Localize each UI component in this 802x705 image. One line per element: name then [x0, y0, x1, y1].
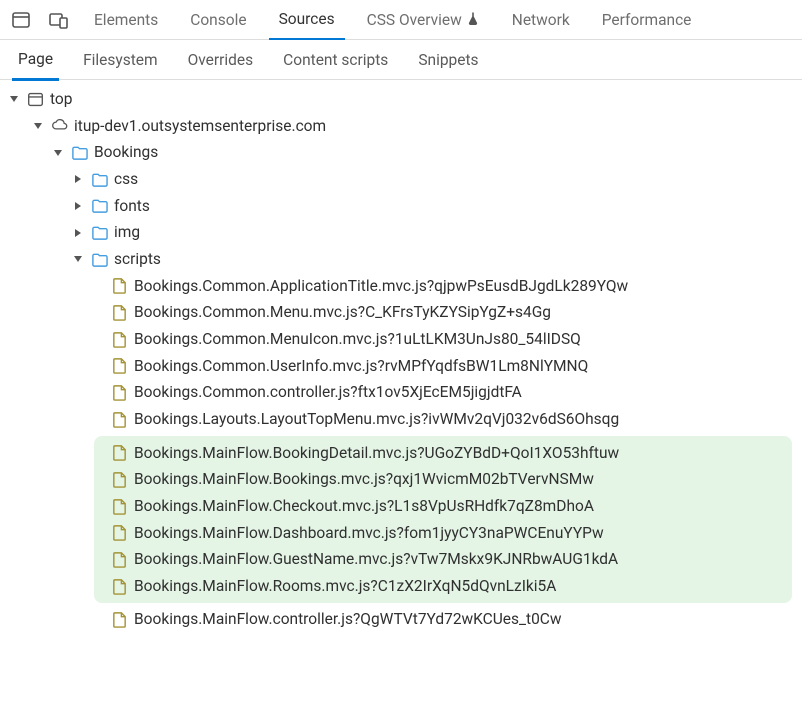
- tree-node-folder-css[interactable]: css: [8, 166, 802, 193]
- tree-label: fonts: [114, 193, 150, 220]
- file-icon: [110, 410, 128, 428]
- main-tabbar: Elements Console Sources CSS Overview Ne…: [0, 0, 802, 40]
- tab-sources[interactable]: Sources: [269, 0, 345, 40]
- tab-network[interactable]: Network: [502, 1, 580, 39]
- tree-label: Bookings.MainFlow.Checkout.mvc.js?L1s8Vp…: [134, 493, 594, 520]
- subtab-content-scripts[interactable]: Content scripts: [277, 41, 394, 79]
- tree-node-folder-img[interactable]: img: [8, 219, 802, 246]
- folder-icon: [90, 197, 108, 215]
- file-icon: [110, 497, 128, 515]
- tree-label: Bookings.MainFlow.Bookings.mvc.js?qxj1Wv…: [134, 466, 594, 493]
- file-icon: [110, 577, 128, 595]
- tree-file[interactable]: Bookings.MainFlow.Dashboard.mvc.js?fom1j…: [94, 520, 792, 547]
- file-icon: [110, 277, 128, 295]
- tree-label: Bookings.MainFlow.controller.js?QgWTVt7Y…: [134, 606, 562, 633]
- tree-node-domain[interactable]: itup-dev1.outsystemsenterprise.com: [8, 113, 802, 140]
- tree-label: img: [114, 219, 140, 246]
- tree-file[interactable]: Bookings.Layouts.LayoutTopMenu.mvc.js?iv…: [8, 406, 802, 433]
- tree-file[interactable]: Bookings.Common.UserInfo.mvc.js?rvMPfYqd…: [8, 353, 802, 380]
- sources-sidebar-tabs: Page Filesystem Overrides Content script…: [0, 40, 802, 80]
- chevron-down-icon: [72, 253, 84, 265]
- tree-label: Bookings.Common.ApplicationTitle.mvc.js?…: [134, 273, 628, 300]
- tree-file[interactable]: Bookings.Common.MenuIcon.mvc.js?1uLtLKM3…: [8, 326, 802, 353]
- tree-label: Bookings.MainFlow.BookingDetail.mvc.js?U…: [134, 440, 619, 467]
- file-icon: [110, 330, 128, 348]
- flask-icon: [466, 11, 480, 29]
- chevron-down-icon: [32, 120, 44, 132]
- tree-label: top: [50, 86, 72, 113]
- tree-file[interactable]: Bookings.MainFlow.Rooms.mvc.js?C1zX2IrXq…: [94, 573, 792, 600]
- tree-label: itup-dev1.outsystemsenterprise.com: [74, 113, 326, 140]
- cloud-icon: [50, 117, 68, 135]
- folder-icon: [90, 224, 108, 242]
- tree-label: Bookings: [94, 139, 158, 166]
- tree-label: Bookings.MainFlow.Rooms.mvc.js?C1zX2IrXq…: [134, 573, 556, 600]
- tab-console[interactable]: Console: [180, 1, 256, 39]
- tree-file[interactable]: Bookings.MainFlow.Checkout.mvc.js?L1s8Vp…: [94, 493, 792, 520]
- file-icon: [110, 550, 128, 568]
- tree-file[interactable]: Bookings.Common.controller.js?ftx1ov5XjE…: [8, 379, 802, 406]
- tab-label: CSS Overview: [367, 11, 462, 29]
- tree-label: Bookings.MainFlow.Dashboard.mvc.js?fom1j…: [134, 520, 604, 547]
- tree-node-folder-fonts[interactable]: fonts: [8, 193, 802, 220]
- subtab-filesystem[interactable]: Filesystem: [77, 41, 164, 79]
- window-icon: [26, 90, 44, 108]
- subtab-snippets[interactable]: Snippets: [412, 41, 484, 79]
- tree-file[interactable]: Bookings.MainFlow.Bookings.mvc.js?qxj1Wv…: [94, 466, 792, 493]
- tree-file[interactable]: Bookings.MainFlow.GuestName.mvc.js?vTw7M…: [94, 546, 792, 573]
- tree-label: Bookings.MainFlow.GuestName.mvc.js?vTw7M…: [134, 546, 618, 573]
- tab-performance[interactable]: Performance: [592, 1, 702, 39]
- tab-elements[interactable]: Elements: [84, 1, 168, 39]
- tree-label: scripts: [114, 246, 161, 273]
- tree-file[interactable]: Bookings.Common.Menu.mvc.js?C_KFrsTyKZYS…: [8, 299, 802, 326]
- file-icon: [110, 444, 128, 462]
- file-icon: [110, 357, 128, 375]
- chevron-right-icon: [72, 173, 84, 185]
- chevron-down-icon: [52, 147, 64, 159]
- tab-css-overview[interactable]: CSS Overview: [357, 1, 490, 39]
- page-file-tree: top itup-dev1.outsystemsenterprise.com B…: [0, 80, 802, 633]
- file-icon: [110, 524, 128, 542]
- file-icon: [110, 471, 128, 489]
- file-icon: [110, 384, 128, 402]
- inspect-icon[interactable]: [8, 7, 34, 33]
- folder-icon: [90, 250, 108, 268]
- chevron-right-icon: [72, 200, 84, 212]
- tree-label: Bookings.Common.controller.js?ftx1ov5XjE…: [134, 379, 522, 406]
- tree-label: Bookings.Common.MenuIcon.mvc.js?1uLtLKM3…: [134, 326, 581, 353]
- folder-icon: [70, 144, 88, 162]
- subtab-page[interactable]: Page: [12, 40, 59, 81]
- tree-label: css: [114, 166, 138, 193]
- file-icon: [110, 304, 128, 322]
- tree-node-top[interactable]: top: [8, 86, 802, 113]
- tree-file[interactable]: Bookings.MainFlow.BookingDetail.mvc.js?U…: [94, 440, 792, 467]
- tree-file[interactable]: Bookings.Common.ApplicationTitle.mvc.js?…: [8, 273, 802, 300]
- chevron-right-icon: [72, 227, 84, 239]
- device-toolbar-icon[interactable]: [46, 7, 72, 33]
- highlighted-files-group: Bookings.MainFlow.BookingDetail.mvc.js?U…: [94, 436, 792, 604]
- folder-icon: [90, 170, 108, 188]
- tree-node-folder-scripts[interactable]: scripts: [8, 246, 802, 273]
- tree-node-app-folder[interactable]: Bookings: [8, 139, 802, 166]
- subtab-overrides[interactable]: Overrides: [182, 41, 260, 79]
- tree-label: Bookings.Common.UserInfo.mvc.js?rvMPfYqd…: [134, 353, 588, 380]
- file-icon: [110, 611, 128, 629]
- tree-label: Bookings.Layouts.LayoutTopMenu.mvc.js?iv…: [134, 406, 619, 433]
- chevron-down-icon: [8, 93, 20, 105]
- tree-file[interactable]: Bookings.MainFlow.controller.js?QgWTVt7Y…: [8, 606, 802, 633]
- tree-label: Bookings.Common.Menu.mvc.js?C_KFrsTyKZYS…: [134, 299, 551, 326]
